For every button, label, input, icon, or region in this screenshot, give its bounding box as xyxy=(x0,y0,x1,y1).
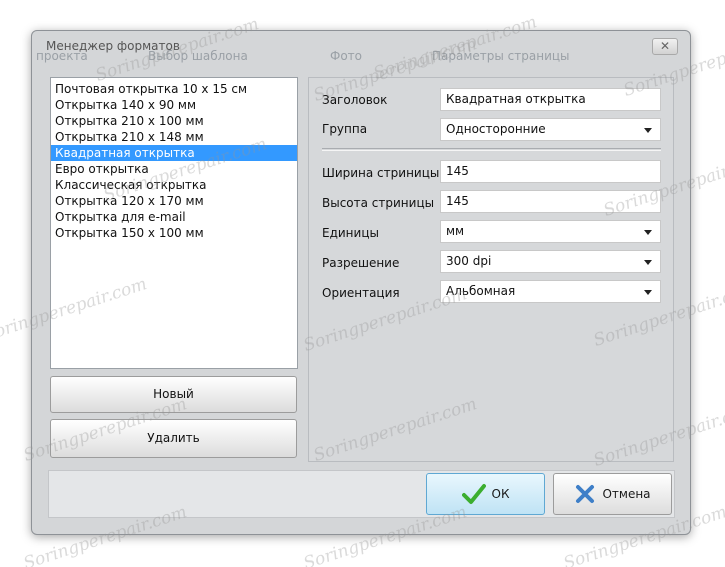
ok-button-label: ОК xyxy=(491,487,510,501)
group-label: Группа xyxy=(322,122,368,136)
ok-button[interactable]: ОК xyxy=(426,473,545,515)
cancel-button[interactable]: Отмена xyxy=(553,473,672,515)
title-label: Заголовок xyxy=(322,93,388,107)
background-tab-template: Выбор шаблона xyxy=(148,49,248,63)
units-label: Единицы xyxy=(322,226,379,240)
group-select[interactable]: Односторонние xyxy=(440,118,661,141)
close-icon: ✕ xyxy=(659,39,671,53)
orientation-value: Альбомная xyxy=(446,284,516,298)
list-item[interactable]: Открытка 140 x 90 мм xyxy=(51,97,297,113)
list-item[interactable]: Классическая открытка xyxy=(51,177,297,193)
x-icon xyxy=(576,485,595,503)
properties-divider xyxy=(322,148,661,151)
group-value: Односторонние xyxy=(446,122,546,136)
height-label: Высота стриницы xyxy=(322,196,435,210)
background-tab-photo: Фото xyxy=(330,49,363,63)
delete-button-label: Удалить xyxy=(147,431,200,445)
height-input[interactable]: 145 xyxy=(440,190,661,213)
close-button[interactable]: ✕ xyxy=(652,38,678,55)
units-select[interactable]: мм xyxy=(440,220,661,243)
delete-button[interactable]: Удалить xyxy=(50,419,297,458)
width-label: Ширина стриницы xyxy=(322,166,440,180)
list-item[interactable]: Открытка 120 x 170 мм xyxy=(51,193,297,209)
background-tab-page-settings: Параметры страницы xyxy=(432,49,570,63)
new-button-label: Новый xyxy=(153,387,194,401)
list-item-selected[interactable]: Квадратная открытка xyxy=(51,145,297,161)
list-item[interactable]: Евро открытка xyxy=(51,161,297,177)
new-button[interactable]: Новый xyxy=(50,376,297,413)
check-icon xyxy=(461,484,486,504)
title-input[interactable]: Квадратная открытка xyxy=(440,88,661,111)
list-item[interactable]: Открытка для e-mail xyxy=(51,209,297,225)
resolution-value: 300 dpi xyxy=(446,254,492,268)
list-item[interactable]: Открытка 150 x 100 мм xyxy=(51,225,297,241)
list-item[interactable]: Открытка 210 x 100 мм xyxy=(51,113,297,129)
format-list[interactable]: Почтовая открытка 10 x 15 см Открытка 14… xyxy=(50,77,298,369)
list-item[interactable]: Почтовая открытка 10 x 15 см xyxy=(51,81,297,97)
list-item[interactable]: Открытка 210 x 148 мм xyxy=(51,129,297,145)
background-tab-project: проекта xyxy=(36,49,88,63)
units-value: мм xyxy=(446,224,465,238)
cancel-button-label: Отмена xyxy=(602,487,651,501)
resolution-label: Разрешение xyxy=(322,256,400,270)
resolution-select[interactable]: 300 dpi xyxy=(440,250,661,273)
orientation-label: Ориентация xyxy=(322,286,400,300)
orientation-select[interactable]: Альбомная xyxy=(440,280,661,303)
width-input[interactable]: 145 xyxy=(440,160,661,183)
